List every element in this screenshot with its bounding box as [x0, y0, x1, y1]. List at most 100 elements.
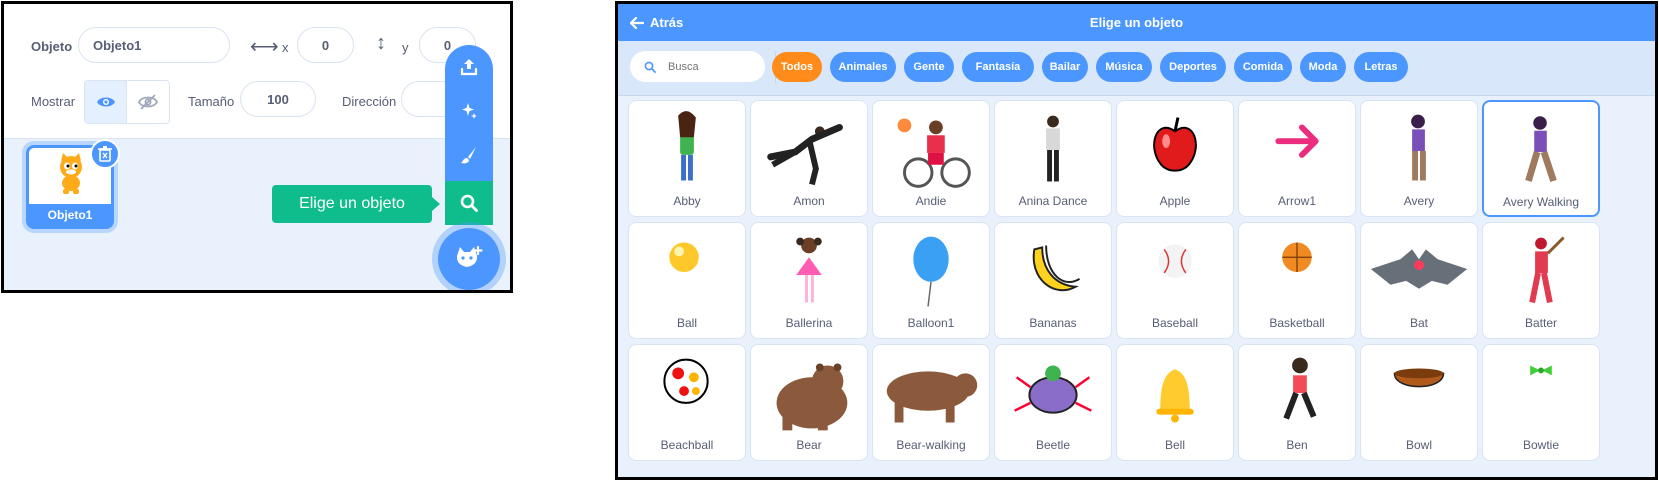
- eye-icon: [96, 97, 115, 107]
- show-button[interactable]: [85, 81, 127, 123]
- sprite-card[interactable]: Bear-walking: [872, 344, 990, 461]
- sprite-thumbnail-6: [1411, 114, 1426, 181]
- sprite-card[interactable]: Ballerina: [750, 222, 868, 339]
- sprite-thumbnail-21: [1283, 357, 1317, 420]
- sprite-thumbnail-10: [913, 236, 949, 307]
- hide-button[interactable]: [127, 81, 169, 123]
- library-title: Elige un objeto: [1089, 15, 1184, 30]
- sprite-card[interactable]: Bowl: [1360, 344, 1478, 461]
- sprite-card[interactable]: Abby: [628, 100, 746, 217]
- sprite-thumbnail-2: [897, 118, 971, 188]
- sprite-thumbnail-8: [669, 242, 699, 272]
- sprite-card[interactable]: Amon: [750, 100, 868, 217]
- sprite-name-input[interactable]: Objeto1: [78, 27, 230, 63]
- delete-sprite-button[interactable]: [90, 139, 120, 169]
- back-label: Atrás: [650, 15, 684, 30]
- surprise-sprite-button[interactable]: [445, 89, 493, 133]
- x-input[interactable]: 0: [297, 27, 354, 63]
- sprite-card[interactable]: Bear: [750, 344, 868, 461]
- cat-sprite-icon: [60, 153, 82, 194]
- sprite-card-label: Beetle: [1035, 438, 1071, 452]
- sprite-thumbnail-18: [886, 371, 978, 423]
- y-label: y: [402, 40, 409, 55]
- sprite-thumbnail-9: [796, 237, 822, 303]
- sprite-thumbnail-1: [767, 123, 843, 186]
- tag-9[interactable]: Letras: [1354, 52, 1408, 82]
- sprite-card[interactable]: Bananas: [994, 222, 1112, 339]
- sprite-card[interactable]: Arrow1: [1238, 100, 1356, 217]
- sprite-card[interactable]: Andie: [872, 100, 990, 217]
- sprite-card[interactable]: Ben: [1238, 344, 1356, 461]
- vertical-arrows-icon: ↕: [376, 32, 386, 54]
- sprite-card-label: Bear-walking: [896, 438, 966, 452]
- library-header: Elige un objeto Atrás: [618, 4, 1655, 41]
- sprite-card[interactable]: Anina Dance: [994, 100, 1112, 217]
- choose-sprite-tooltip: Elige un objeto: [272, 185, 440, 223]
- sprite-card-label: Ball: [676, 316, 697, 330]
- tag-8[interactable]: Moda: [1300, 52, 1346, 82]
- sprite-card[interactable]: Baseball: [1116, 222, 1234, 339]
- tag-6[interactable]: Deportes: [1160, 52, 1226, 82]
- sprite-card-label: Abby: [673, 194, 701, 208]
- sprite-thumbnail-12: [1158, 244, 1192, 278]
- sprite-card[interactable]: Ball: [628, 222, 746, 339]
- surprise-icon: [462, 103, 477, 119]
- eye-hidden-icon: [138, 94, 158, 110]
- tag-5[interactable]: Música: [1096, 52, 1152, 82]
- tag-2[interactable]: Gente: [904, 52, 954, 82]
- sprite-card[interactable]: Bat: [1360, 222, 1478, 339]
- search-input[interactable]: [666, 59, 755, 74]
- sprite-card[interactable]: Balloon1: [872, 222, 990, 339]
- sprite-card[interactable]: Batter: [1482, 222, 1600, 339]
- choose-sprite-button[interactable]: [445, 181, 493, 225]
- tag-4[interactable]: Bailar: [1042, 52, 1088, 82]
- sprite-action-menu: [445, 45, 493, 225]
- sprite-thumbnail-3: [1046, 115, 1060, 182]
- sprite-name-value: Objeto1: [93, 37, 142, 53]
- sprite-card[interactable]: Beachball: [628, 344, 746, 461]
- trash-icon: [98, 146, 112, 162]
- sprite-card[interactable]: Avery Walking: [1482, 100, 1600, 217]
- sprite-card-label: Balloon1: [907, 316, 955, 330]
- cat-add-icon: [456, 245, 483, 267]
- sprite-thumbnail-17: [776, 363, 848, 431]
- sprite-card-label: Avery Walking: [1502, 195, 1580, 209]
- sprite-card-label: Amon: [793, 194, 825, 208]
- search-box[interactable]: [630, 51, 765, 82]
- sprite-thumbnail-15: [1529, 236, 1565, 304]
- sprite-card[interactable]: Avery: [1360, 100, 1478, 217]
- add-sprite-button[interactable]: [438, 228, 500, 290]
- tag-0[interactable]: Todos: [772, 52, 822, 82]
- sprite-card[interactable]: Bowtie: [1482, 344, 1600, 461]
- sprite-card-label: Apple: [1159, 194, 1191, 208]
- sprite-info-panel: Objeto Objeto1 ⟷ x 0 ↕ y 0 Mostrar Tamañ…: [4, 4, 510, 139]
- upload-sprite-button[interactable]: [445, 45, 493, 89]
- direction-label: Dirección: [342, 94, 397, 109]
- sprite-thumbnail-23: [1530, 365, 1552, 376]
- horizontal-arrows-icon: ⟷: [250, 36, 279, 58]
- tag-3[interactable]: Fantasía: [962, 52, 1034, 82]
- sprite-card-label: Beachball: [660, 438, 714, 452]
- back-button[interactable]: Atrás: [630, 4, 683, 41]
- sprite-thumbnail-16: [663, 358, 709, 404]
- tag-1[interactable]: Animales: [830, 52, 896, 82]
- arrow-left-icon: [630, 16, 644, 29]
- sprite-card-label: Baseball: [1151, 316, 1199, 330]
- sprite-card[interactable]: Basketball: [1238, 222, 1356, 339]
- sprite-thumbnail-7: [1525, 116, 1557, 183]
- sprite-card-label: Bowtie: [1522, 438, 1560, 452]
- sprite-card[interactable]: Apple: [1116, 100, 1234, 217]
- sprite-thumbnail-5: [1275, 124, 1319, 158]
- paint-sprite-button[interactable]: [445, 133, 493, 177]
- sprite-card[interactable]: Beetle: [994, 344, 1112, 461]
- sprite-library: Elige un objeto Atrás Todos Animales Gente…: [615, 1, 1658, 480]
- sprite-card-label: Ballerina: [785, 316, 833, 330]
- sprite-card-label: Ben: [1286, 438, 1308, 452]
- sprite-card-label: Arrow1: [1277, 194, 1316, 208]
- tag-7[interactable]: Comida: [1234, 52, 1292, 82]
- x-label: x: [282, 40, 289, 55]
- upload-icon: [460, 59, 478, 76]
- sprite-card-label: Basketball: [1269, 316, 1325, 330]
- sprite-card[interactable]: Bell: [1116, 344, 1234, 461]
- size-input[interactable]: 100: [240, 81, 316, 117]
